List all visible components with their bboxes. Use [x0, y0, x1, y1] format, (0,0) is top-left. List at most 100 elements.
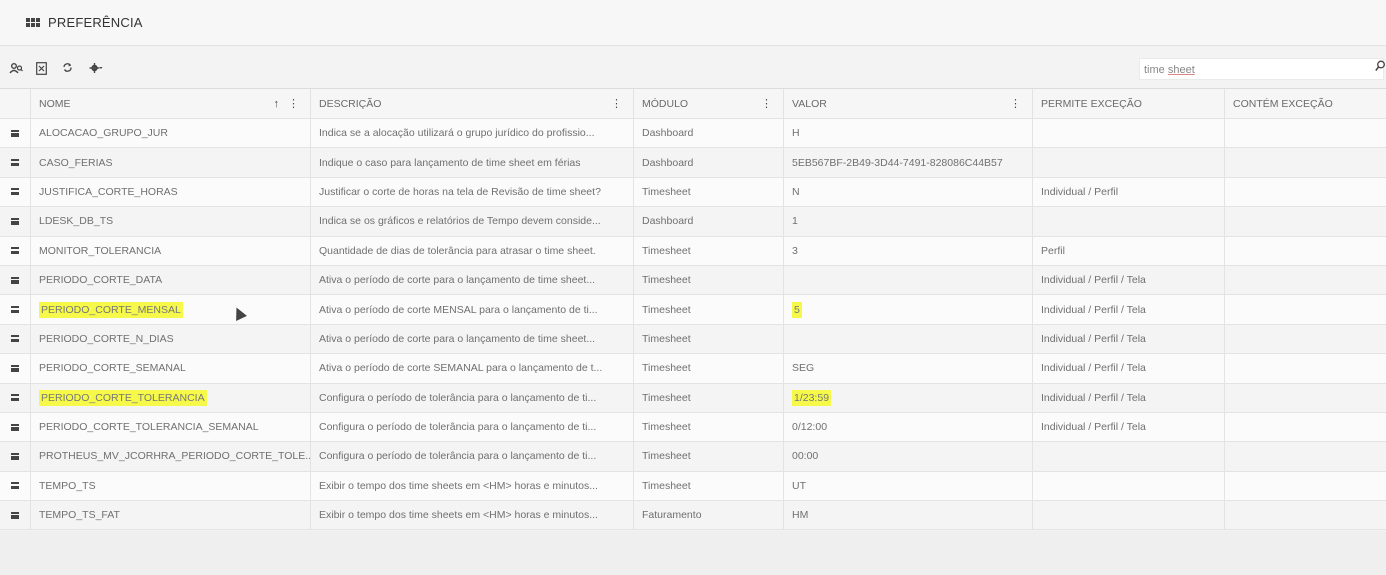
cell-permite-excecao: Individual / Perfil / Tela: [1033, 324, 1225, 354]
cell-descricao: Ativa o período de corte SEMANAL para o …: [311, 354, 634, 383]
column-header-descricao[interactable]: DESCRIÇÃO ⋮: [311, 89, 634, 118]
column-header-contem-excecao[interactable]: CONTÉM EXCEÇÃO: [1225, 89, 1386, 118]
table-row[interactable]: PERIODO_CORTE_MENSAL Ativa o período de c…: [0, 295, 1386, 325]
table-row[interactable]: PERIODO_CORTE_SEMANAL Ativa o período de …: [0, 354, 1386, 384]
preferences-table: NOME ↑ ⋮ DESCRIÇÃO ⋮ MÓDULO ⋮ VALOR ⋮ PE…: [0, 88, 1386, 531]
row-menu-icon[interactable]: [0, 354, 31, 383]
table-row[interactable]: ALOCACAO_GRUPO_JUR Indica se a alocação u…: [0, 119, 1386, 149]
row-menu-icon[interactable]: [0, 442, 31, 471]
row-menu-icon[interactable]: [0, 148, 31, 177]
cell-valor: N: [784, 177, 1033, 207]
cell-permite-excecao: [1033, 207, 1225, 236]
row-menu-icon[interactable]: [11, 335, 19, 343]
table-row[interactable]: CASO_FERIAS Indique o caso para lançament…: [0, 148, 1386, 178]
row-menu-icon[interactable]: [11, 423, 19, 431]
table-row[interactable]: LDESK_DB_TS Indica se os gráficos e relat…: [0, 207, 1386, 237]
cell-nome: CASO_FERIAS: [31, 148, 311, 177]
cell-nome: JUSTIFICA_CORTE_HORAS: [31, 177, 311, 207]
cell-valor: 1: [784, 207, 1033, 236]
table-row[interactable]: PERIODO_CORTE_TOLERANCIA Configura o perí…: [0, 383, 1386, 413]
chevron-down-icon: [99, 67, 103, 69]
highlighted-text: 1/23:59: [792, 389, 832, 406]
user-search-icon[interactable]: [9, 62, 23, 79]
row-menu-icon[interactable]: [0, 207, 31, 236]
row-menu-icon[interactable]: [0, 383, 31, 412]
row-menu-icon[interactable]: [0, 119, 31, 148]
row-menu-icon[interactable]: [11, 247, 19, 255]
table-row[interactable]: PERIODO_CORTE_TOLERANCIA_SEMANAL Configur…: [0, 412, 1386, 443]
cell-contem-excecao: [1225, 472, 1386, 500]
gear-icon[interactable]: [89, 62, 103, 79]
column-menu-icon[interactable]: ⋮: [1010, 97, 1024, 110]
row-menu-icon[interactable]: [0, 177, 31, 207]
cell-valor: SEG: [784, 354, 1033, 383]
row-menu-icon[interactable]: [11, 394, 19, 402]
cell-modulo: Timesheet: [634, 295, 784, 324]
table-row[interactable]: PROTHEUS_MV_JCORHRA_PERIODO_CORTE_TOLE..…: [0, 442, 1386, 472]
table-row[interactable]: JUSTIFICA_CORTE_HORAS Justificar o corte …: [0, 177, 1386, 208]
column-menu-icon[interactable]: ⋮: [611, 97, 625, 110]
row-menu-icon[interactable]: [0, 295, 31, 324]
cell-valor: 1/23:59: [784, 383, 1033, 412]
cell-modulo: Timesheet: [634, 442, 784, 471]
table-row[interactable]: TEMPO_TS_FAT Exibir o tempo dos time shee…: [0, 501, 1386, 531]
cell-permite-excecao: Individual / Perfil / Tela: [1033, 354, 1225, 383]
page-header: PREFERÊNCIA: [0, 0, 1386, 46]
cell-contem-excecao: [1225, 413, 1386, 441]
cell-contem-excecao: [1225, 178, 1386, 206]
row-menu-icon[interactable]: [0, 265, 31, 295]
row-menu-icon[interactable]: [0, 501, 31, 530]
cell-modulo: Timesheet: [634, 383, 784, 412]
column-header-permite-excecao[interactable]: PERMITE EXCEÇÃO: [1033, 89, 1225, 118]
cell-valor: 5EB567BF-2B49-3D44-7491-828086C44B57: [784, 148, 1033, 177]
column-header-nome[interactable]: NOME ↑ ⋮: [31, 89, 311, 118]
table-row[interactable]: TEMPO_TS Exibir o tempo dos time sheets e…: [0, 471, 1386, 502]
cell-permite-excecao: [1033, 148, 1225, 177]
cell-nome: LDESK_DB_TS: [31, 207, 311, 236]
table-row[interactable]: MONITOR_TOLERANCIA Quantidade de dias de …: [0, 236, 1386, 266]
row-menu-icon[interactable]: [11, 159, 19, 167]
row-menu-icon[interactable]: [11, 129, 19, 137]
row-menu-icon[interactable]: [0, 412, 31, 442]
cell-descricao: Exibir o tempo dos time sheets em <HM> h…: [311, 471, 634, 501]
cell-modulo: Timesheet: [634, 324, 784, 354]
row-menu-icon[interactable]: [11, 452, 19, 460]
search-icon[interactable]: [1375, 60, 1386, 75]
row-menu-icon[interactable]: [11, 217, 19, 225]
cell-modulo: Dashboard: [634, 148, 784, 177]
export-excel-icon[interactable]: [36, 62, 47, 80]
column-menu-icon[interactable]: ↑ ⋮: [273, 97, 302, 110]
column-header-valor[interactable]: VALOR ⋮: [784, 89, 1033, 118]
row-menu-icon[interactable]: [0, 236, 31, 265]
row-menu-icon[interactable]: [11, 188, 19, 196]
cell-nome: PERIODO_CORTE_MENSAL: [31, 295, 311, 324]
cell-nome: TEMPO_TS_FAT: [31, 501, 311, 530]
row-menu-icon[interactable]: [0, 471, 31, 501]
row-menu-icon[interactable]: [11, 276, 19, 284]
footer-area: [0, 531, 1386, 575]
column-header-modulo[interactable]: MÓDULO ⋮: [634, 89, 784, 118]
row-menu-icon[interactable]: [11, 482, 19, 490]
sort-asc-icon[interactable]: ↑: [273, 98, 282, 110]
cell-permite-excecao: Individual / Perfil: [1033, 177, 1225, 207]
column-menu-icon[interactable]: ⋮: [761, 97, 775, 110]
table-row[interactable]: PERIODO_CORTE_N_DIAS Ativa o período de c…: [0, 324, 1386, 355]
cell-permite-excecao: Individual / Perfil / Tela: [1033, 295, 1225, 324]
highlighted-text: 5: [792, 301, 802, 318]
row-menu-icon[interactable]: [11, 364, 19, 372]
toolbar: time sheet: [0, 56, 1386, 84]
row-menu-icon[interactable]: [0, 324, 31, 354]
cell-descricao: Indica se a alocação utilizará o grupo j…: [311, 119, 634, 148]
row-menu-icon[interactable]: [11, 511, 19, 519]
cell-descricao: Quantidade de dias de tolerância para at…: [311, 236, 634, 265]
table-row[interactable]: PERIODO_CORTE_DATA Ativa o período de cor…: [0, 265, 1386, 296]
cell-contem-excecao: [1225, 148, 1386, 176]
cell-modulo: Timesheet: [634, 236, 784, 265]
cell-valor: H: [784, 119, 1033, 148]
cell-nome: MONITOR_TOLERANCIA: [31, 236, 311, 265]
row-menu-icon[interactable]: [11, 306, 19, 314]
refresh-icon[interactable]: [62, 62, 73, 78]
apps-grid-icon[interactable]: [26, 17, 40, 28]
cell-descricao: Configura o período de tolerância para o…: [311, 383, 634, 412]
search-input[interactable]: time sheet: [1139, 58, 1384, 80]
